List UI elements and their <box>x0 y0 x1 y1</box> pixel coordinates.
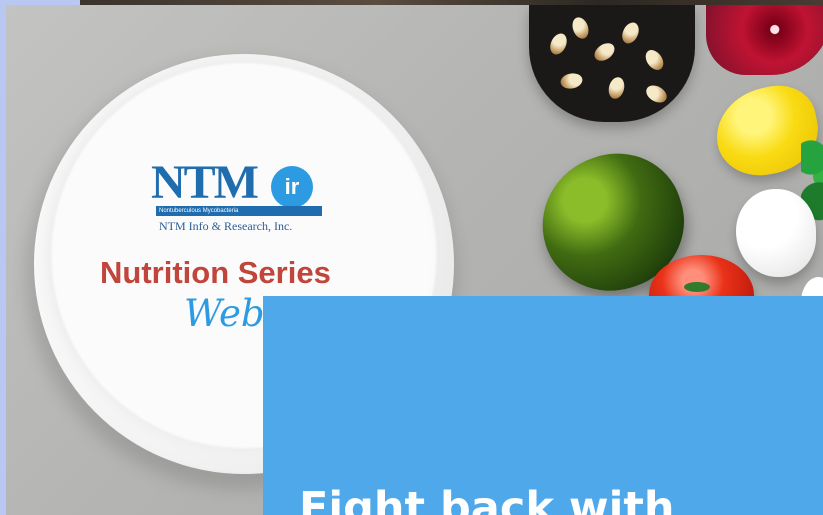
webinar-screenshot: NTM ir Nontuberculous Mycobacteria NTM I… <box>0 0 823 515</box>
organization-name: NTM Info & Research, Inc. <box>159 219 293 233</box>
nut-image <box>559 71 584 91</box>
promo-card: ⋮ Fight back with <box>263 296 823 515</box>
promo-headline: Fight back with <box>299 483 675 515</box>
nut-image <box>569 15 592 41</box>
nut-image <box>642 46 667 74</box>
egg-image <box>736 189 816 277</box>
nut-image <box>643 82 670 106</box>
pomegranate-image <box>706 5 823 75</box>
nut-bowl-image <box>529 5 695 122</box>
logo-band-text: Nontuberculous Mycobacteria <box>156 206 322 216</box>
card-edge-marker: ⋮ <box>815 414 823 454</box>
nut-image <box>591 39 618 65</box>
nutrition-series-title: Nutrition Series <box>100 255 331 290</box>
ntm-logo: NTM ir Nontuberculous Mycobacteria NTM I… <box>151 159 331 239</box>
logo-ntm-text: NTM <box>151 156 259 209</box>
tomato-leaf <box>684 282 710 292</box>
logo-ir-badge: ir <box>271 166 313 208</box>
nut-image <box>547 30 570 58</box>
nut-image <box>606 75 627 101</box>
nut-image <box>619 19 642 47</box>
